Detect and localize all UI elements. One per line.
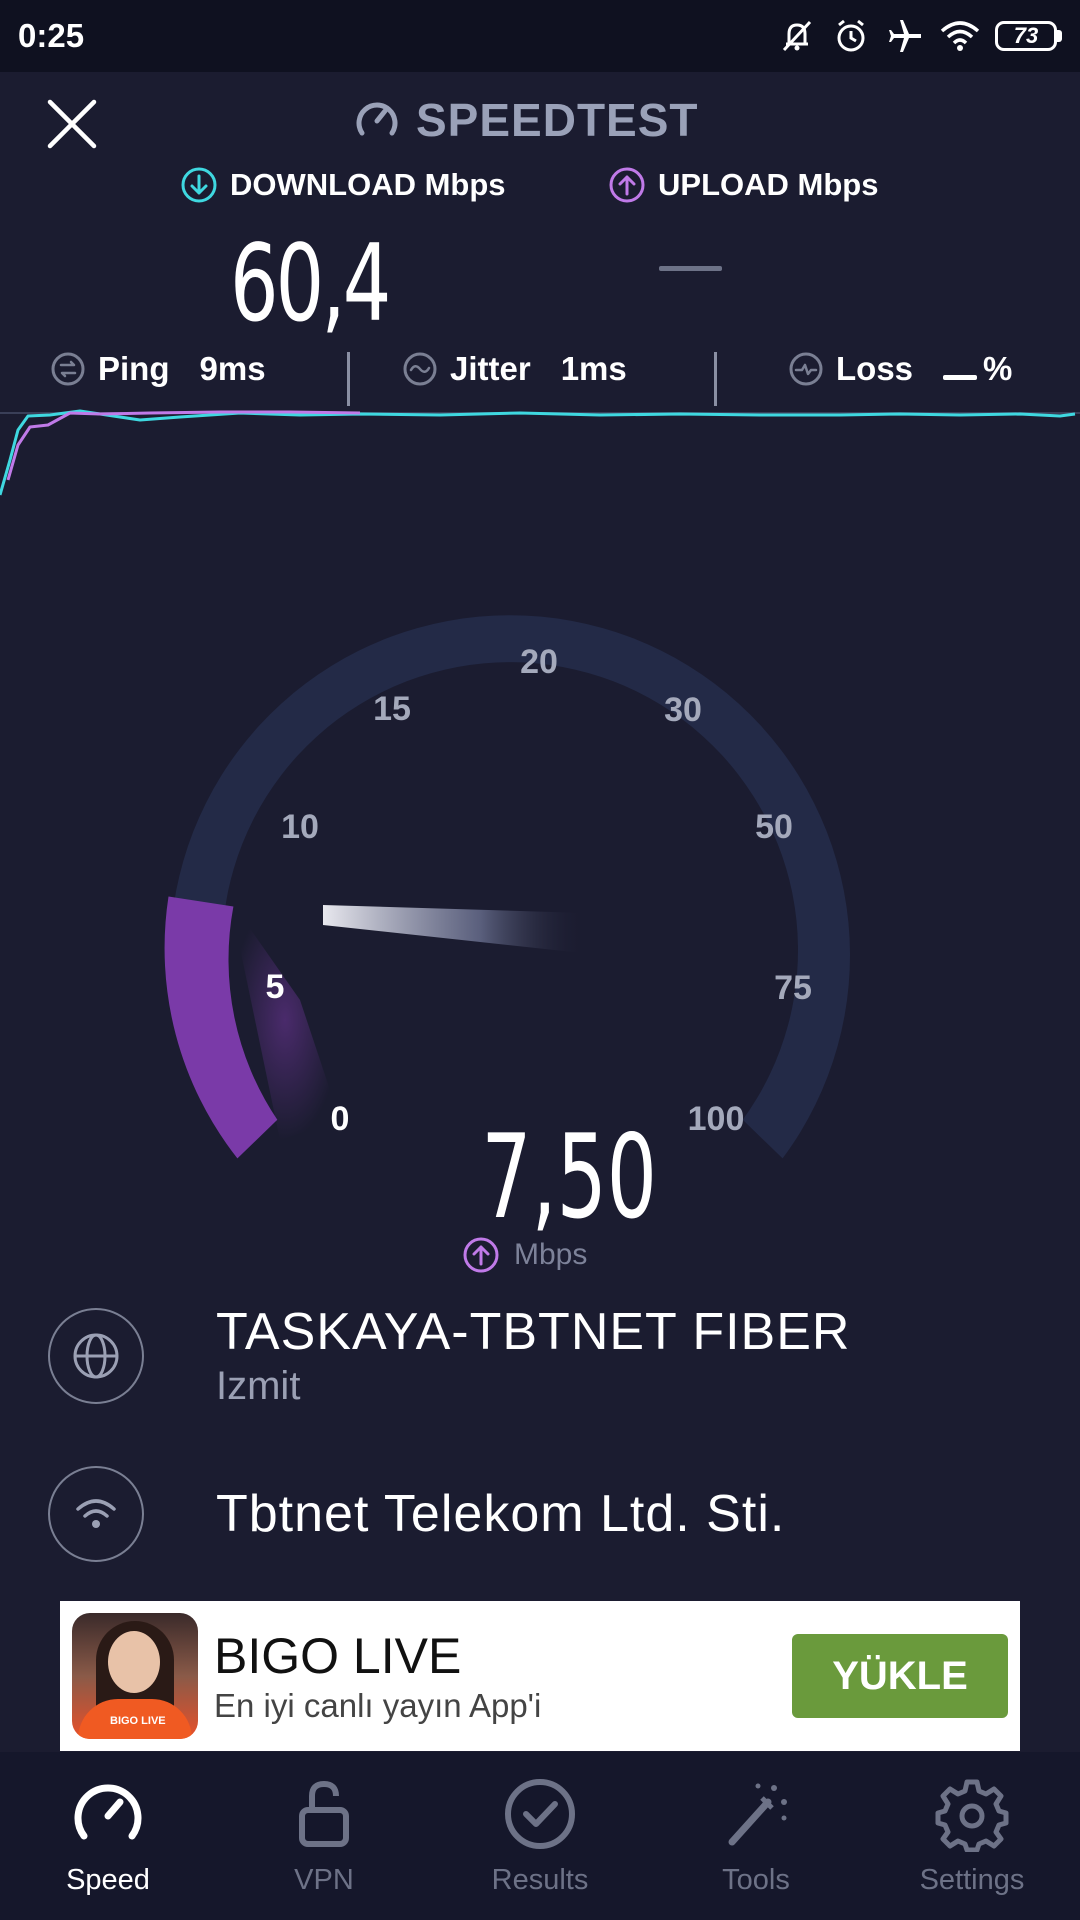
status-icons: 73 bbox=[777, 16, 1062, 56]
status-bar: 0:25 73 bbox=[0, 0, 1080, 72]
download-label: DOWNLOAD Mbps bbox=[180, 166, 506, 204]
server-location: Izmit bbox=[216, 1364, 301, 1408]
nav-item-settings[interactable]: Settings bbox=[864, 1752, 1080, 1920]
isp-name: Tbtnet Telekom Ltd. Sti. bbox=[216, 1485, 786, 1543]
speed-gauge-icon bbox=[68, 1774, 148, 1854]
alarm-icon bbox=[837, 19, 865, 52]
nav-item-speed[interactable]: Speed bbox=[0, 1752, 216, 1920]
gauge-needle bbox=[323, 905, 585, 953]
loss-label: Loss bbox=[836, 350, 914, 387]
nav-item-vpn[interactable]: VPN bbox=[216, 1752, 432, 1920]
gauge-tick-5: 5 bbox=[266, 968, 285, 1006]
close-icon[interactable] bbox=[46, 98, 98, 150]
current-speed-unit: Mbps bbox=[462, 1236, 587, 1274]
ad-title[interactable]: BIGO LIVE bbox=[214, 1627, 792, 1685]
gauge-tick-75: 75 bbox=[774, 969, 812, 1007]
gauge-tick-20: 20 bbox=[520, 643, 558, 681]
download-value: 60,4 bbox=[230, 222, 391, 345]
nav-item-results[interactable]: Results bbox=[432, 1752, 648, 1920]
upload-graph-line bbox=[6, 410, 361, 481]
nav-label: VPN bbox=[294, 1864, 354, 1896]
download-label-text: DOWNLOAD Mbps bbox=[230, 167, 506, 202]
upload-label-text: UPLOAD Mbps bbox=[658, 167, 879, 202]
battery-level: 73 bbox=[995, 21, 1057, 51]
jitter-stat: Jitter 1ms bbox=[402, 350, 627, 388]
wifi-icon bbox=[940, 21, 980, 51]
gauge-tick-30: 30 bbox=[664, 691, 702, 729]
stats-divider bbox=[714, 352, 717, 406]
packet-loss-icon bbox=[789, 352, 823, 386]
gauge-tick-10: 10 bbox=[281, 808, 319, 846]
nav-label: Tools bbox=[722, 1864, 790, 1896]
ad-install-button[interactable]: YÜKLE bbox=[792, 1634, 1008, 1718]
download-graph-line bbox=[0, 409, 1076, 496]
jitter-value: 1ms bbox=[560, 350, 627, 387]
airplane-mode-icon bbox=[889, 20, 921, 52]
upload-arrow-icon bbox=[463, 1237, 499, 1273]
jitter-label: Jitter bbox=[450, 350, 531, 387]
check-circle-icon bbox=[500, 1774, 580, 1854]
ad-image[interactable]: BIGO LIVE bbox=[72, 1613, 198, 1739]
brand-name: SPEEDTEST bbox=[416, 94, 699, 146]
wifi-network-icon bbox=[48, 1466, 144, 1562]
nav-item-tools[interactable]: Tools bbox=[648, 1752, 864, 1920]
battery-indicator: 73 bbox=[995, 21, 1062, 51]
upload-label: UPLOAD Mbps bbox=[608, 166, 878, 204]
gauge-tick-0: 0 bbox=[331, 1100, 350, 1138]
gauge-tick-15: 15 bbox=[373, 690, 411, 728]
loss-value: % bbox=[943, 350, 1012, 388]
jitter-icon bbox=[403, 352, 437, 386]
ad-subtitle: En iyi canlı yayın App'i bbox=[214, 1687, 542, 1724]
upload-arrow-icon bbox=[609, 167, 645, 203]
globe-icon bbox=[48, 1307, 144, 1404]
gauge-tick-50: 50 bbox=[755, 808, 793, 846]
speed-graph bbox=[0, 409, 1080, 496]
nav-label: Results bbox=[491, 1864, 589, 1896]
ping-icon bbox=[51, 352, 85, 386]
current-speed-value: 7,50 bbox=[481, 1110, 657, 1245]
server-info[interactable]: TASKAYA-TBTNET FIBER Izmit bbox=[48, 1302, 850, 1409]
stats-divider bbox=[347, 352, 350, 406]
speedtest-gauge-icon bbox=[356, 102, 398, 136]
download-arrow-icon bbox=[181, 167, 217, 203]
upload-value-placeholder bbox=[659, 266, 722, 271]
nav-label: Speed bbox=[66, 1864, 150, 1896]
speed-unit-label: Mbps bbox=[514, 1238, 588, 1271]
ping-value: 9ms bbox=[199, 350, 266, 387]
nav-label: Settings bbox=[919, 1864, 1025, 1896]
gauge-tick-100: 100 bbox=[688, 1100, 745, 1138]
ad-banner[interactable]: BIGO LIVE BIGO LIVE En iyi canlı yayın A… bbox=[60, 1601, 1020, 1751]
gear-icon bbox=[932, 1774, 1012, 1854]
loss-stat: Loss % bbox=[788, 350, 1012, 388]
unlock-icon bbox=[284, 1774, 364, 1854]
mute-notification-icon bbox=[782, 20, 812, 52]
server-name: TASKAYA-TBTNET FIBER bbox=[216, 1303, 851, 1361]
ping-stat: Ping 9ms bbox=[50, 350, 266, 388]
ad-image-logo: BIGO LIVE bbox=[110, 1715, 166, 1727]
status-time: 0:25 bbox=[18, 17, 85, 54]
ping-label: Ping bbox=[98, 350, 170, 387]
magic-wand-icon bbox=[716, 1774, 796, 1854]
bottom-nav: Speed VPN Results Tools Settings bbox=[0, 1752, 1080, 1920]
isp-info: Tbtnet Telekom Ltd. Sti. bbox=[48, 1466, 785, 1562]
speedtest-logo: SPEEDTEST bbox=[352, 90, 699, 150]
